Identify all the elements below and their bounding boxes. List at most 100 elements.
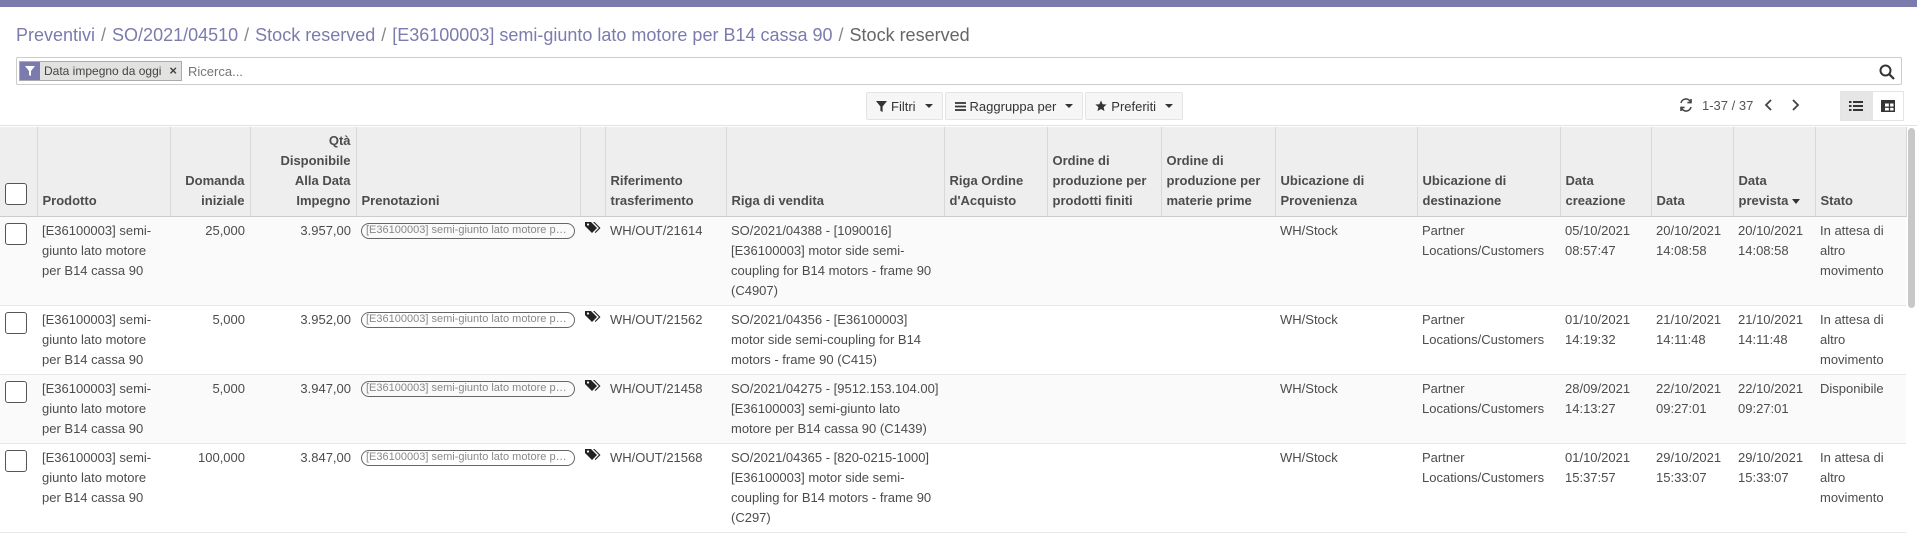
header-reservations[interactable]: Prenotazioni xyxy=(356,127,581,217)
search-bar: Data impegno da oggi × xyxy=(16,57,1902,85)
cell-tags xyxy=(580,305,605,375)
reservation-tag[interactable]: [E36100003] semi-giunto lato motore per … xyxy=(361,312,575,328)
chevron-right-icon[interactable] xyxy=(1785,93,1805,117)
cell-state: In attesa di altro movimento xyxy=(1815,443,1906,533)
group-by-button[interactable]: Raggruppa per xyxy=(944,92,1084,120)
cell-dest-location: Partner Locations/Customers xyxy=(1417,305,1560,375)
cell-create-date: 01/10/2021 15:37:57 xyxy=(1560,443,1651,533)
filter-icon xyxy=(876,100,887,112)
row-checkbox[interactable] xyxy=(5,381,27,403)
cell-state: Disponibile xyxy=(1815,374,1906,444)
breadcrumb-item-sale-order[interactable]: SO/2021/04510 xyxy=(112,25,238,45)
row-checkbox[interactable] xyxy=(5,223,27,245)
cell-date-expected: 21/10/2021 14:11:48 xyxy=(1733,305,1815,375)
breadcrumb-item-product[interactable]: [E36100003] semi-giunto lato motore per … xyxy=(392,25,832,45)
pager-value[interactable]: 1-37 / 37 xyxy=(1702,98,1753,113)
header-state[interactable]: Stato xyxy=(1815,127,1907,217)
cell-purchase-line xyxy=(944,374,1047,444)
cell-product: [E36100003] semi-giunto lato motore per … xyxy=(37,305,170,375)
facet-label: Data impegno da oggi xyxy=(44,64,162,78)
cell-transfer-ref: WH/OUT/21614 xyxy=(605,216,726,306)
table-row[interactable]: [E36100003] semi-giunto lato motore per … xyxy=(0,374,1906,444)
header-dest-location[interactable]: Ubicazione di destinazione xyxy=(1417,127,1561,217)
breadcrumb-separator: / xyxy=(101,25,107,45)
cell-mo-finished xyxy=(1047,443,1161,533)
header-product[interactable]: Prodotto xyxy=(37,127,171,217)
breadcrumb-item-stock-reserved[interactable]: Stock reserved xyxy=(255,25,375,45)
cell-initial-demand: 25,000 xyxy=(170,216,250,306)
row-checkbox[interactable] xyxy=(5,450,27,472)
vertical-scrollbar[interactable] xyxy=(1908,128,1915,308)
search-input[interactable] xyxy=(188,63,1789,79)
cell-source-location: WH/Stock xyxy=(1275,305,1417,375)
cell-product: [E36100003] semi-giunto lato motore per … xyxy=(37,443,170,533)
header-create-date[interactable]: Data creazione xyxy=(1560,127,1652,217)
table-row[interactable]: [E36100003] semi-giunto lato motore per … xyxy=(0,216,1906,306)
search-options: Filtri Raggruppa per Preferiti xyxy=(866,92,1184,120)
filters-button[interactable]: Filtri xyxy=(866,92,943,120)
table-row[interactable]: [E36100003] semi-giunto lato motore per … xyxy=(0,305,1906,375)
chevron-down-icon xyxy=(924,104,933,108)
header-qty-available[interactable]: Qtà Disponibile Alla Data Impegno xyxy=(250,127,357,217)
tags-icon[interactable] xyxy=(585,379,601,393)
search-facet: Data impegno da oggi × xyxy=(19,61,183,81)
cell-tags xyxy=(580,216,605,306)
chevron-left-icon[interactable] xyxy=(1759,93,1779,117)
favorites-button[interactable]: Preferiti xyxy=(1085,92,1184,120)
header-transfer-ref[interactable]: Riferimento trasferimento xyxy=(605,127,727,217)
select-all-checkbox[interactable] xyxy=(5,183,27,205)
breadcrumb-separator: / xyxy=(244,25,250,45)
row-checkbox[interactable] xyxy=(5,312,27,334)
header-sale-line[interactable]: Riga di vendita xyxy=(726,127,945,217)
cell-purchase-line xyxy=(944,443,1047,533)
cell-date: 22/10/2021 09:27:01 xyxy=(1651,374,1733,444)
reservation-tag[interactable]: [E36100003] semi-giunto lato motore per … xyxy=(361,223,575,239)
header-source-location[interactable]: Ubicazione di Provenienza xyxy=(1275,127,1418,217)
cell-product: [E36100003] semi-giunto lato motore per … xyxy=(37,216,170,306)
filters-label: Filtri xyxy=(891,98,916,114)
header-mo-finished[interactable]: Ordine di produzione per prodotti finiti xyxy=(1047,127,1162,217)
cell-reservations: [E36100003] semi-giunto lato motore per … xyxy=(356,305,580,375)
search-icon[interactable] xyxy=(1877,62,1897,82)
cell-date-expected: 20/10/2021 14:08:58 xyxy=(1733,216,1815,306)
row-select-cell xyxy=(0,443,37,533)
cell-reservations: [E36100003] semi-giunto lato motore per … xyxy=(356,216,580,306)
header-mo-raw[interactable]: Ordine di produzione per materie prime xyxy=(1161,127,1276,217)
select-all-header xyxy=(0,127,38,217)
breadcrumb-separator: / xyxy=(381,25,387,45)
header-purchase-line[interactable]: Riga Ordine d'Acquisto xyxy=(944,127,1048,217)
tags-icon[interactable] xyxy=(585,221,601,235)
table-header-row: Prodotto Domanda iniziale Qtà Disponibil… xyxy=(0,127,1907,217)
tags-icon[interactable] xyxy=(585,310,601,324)
cell-date-expected: 22/10/2021 09:27:01 xyxy=(1733,374,1815,444)
list-view-icon[interactable] xyxy=(1840,91,1872,121)
row-select-cell xyxy=(0,305,37,375)
cell-mo-raw xyxy=(1161,443,1275,533)
header-initial-demand[interactable]: Domanda iniziale xyxy=(170,127,251,217)
cell-initial-demand: 100,000 xyxy=(170,443,250,533)
reservation-tag[interactable]: [E36100003] semi-giunto lato motore per … xyxy=(361,381,575,397)
control-panel: Preventivi / SO/2021/04510/Stock reserved /… xyxy=(0,7,1917,126)
cell-dest-location: Partner Locations/Customers xyxy=(1417,443,1560,533)
table-body: [E36100003] semi-giunto lato motore per … xyxy=(0,216,1906,533)
refresh-icon[interactable] xyxy=(1676,93,1696,117)
cell-date: 29/10/2021 15:33:07 xyxy=(1651,443,1733,533)
header-date-expected[interactable]: Data prevista xyxy=(1733,127,1816,217)
cell-mo-raw xyxy=(1161,305,1275,375)
stock-moves-table: Prodotto Domanda iniziale Qtà Disponibil… xyxy=(0,127,1907,533)
pivot-view-icon[interactable] xyxy=(1872,91,1904,121)
cell-mo-finished xyxy=(1047,305,1161,375)
cell-product: [E36100003] semi-giunto lato motore per … xyxy=(37,374,170,444)
bars-icon xyxy=(954,101,966,111)
cell-mo-finished xyxy=(1047,374,1161,444)
favorites-label: Preferiti xyxy=(1111,98,1157,114)
tags-icon[interactable] xyxy=(585,448,601,462)
reservation-tag[interactable]: [E36100003] semi-giunto lato motore per … xyxy=(361,450,575,466)
breadcrumb-item-quotations[interactable]: Preventivi xyxy=(16,25,95,45)
header-date[interactable]: Data xyxy=(1651,127,1734,217)
group-by-label: Raggruppa per xyxy=(969,98,1057,114)
facet-remove-icon[interactable]: × xyxy=(165,62,181,80)
table-row[interactable]: [E36100003] semi-giunto lato motore per … xyxy=(0,443,1906,533)
header-date-expected-label: Data prevista xyxy=(1738,173,1789,208)
breadcrumb: Preventivi / SO/2021/04510/Stock reserved /… xyxy=(16,25,970,46)
